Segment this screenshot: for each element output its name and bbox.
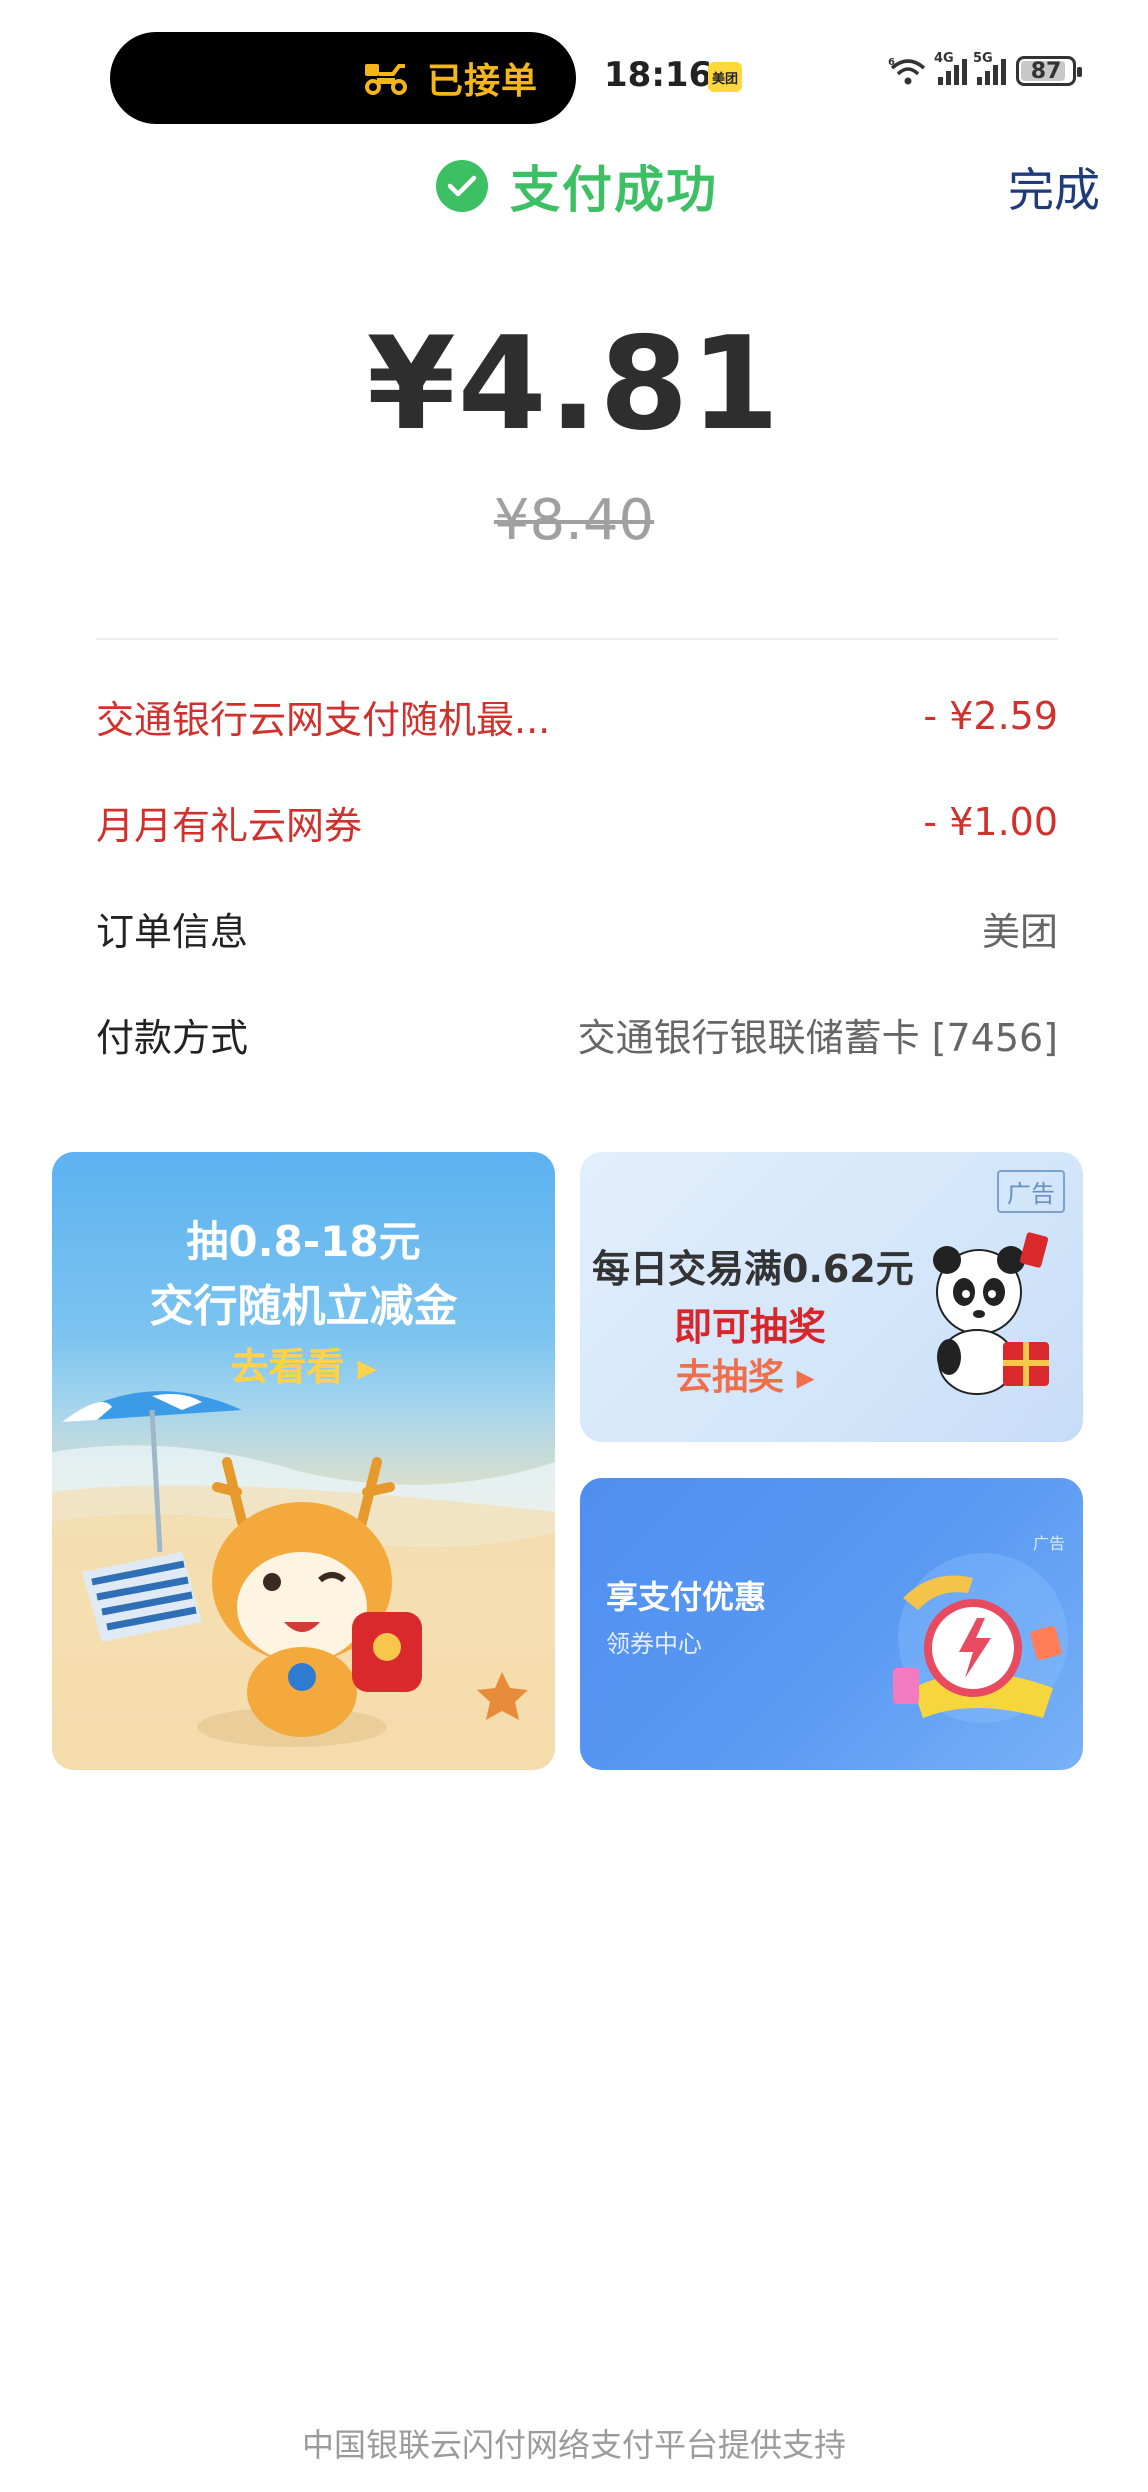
- original-amount: ¥8.40: [493, 488, 655, 553]
- promo-subtitle: 领券中心: [606, 1630, 702, 1658]
- done-button[interactable]: 完成: [1008, 154, 1100, 220]
- signal-4g-icon: 4G: [934, 51, 967, 85]
- signal-5g-icon: 5G: [973, 51, 1006, 85]
- paid-amount: ¥4.81: [366, 310, 782, 459]
- lightning-clock-coupon-icon: [893, 1553, 1068, 1723]
- footer-powered-by: 中国银联云闪付网络支付平台提供支持: [301, 2426, 846, 2464]
- promo-title: 享支付优惠: [606, 1578, 767, 1616]
- signal-5g-label: 5G: [973, 51, 993, 66]
- detail-label: 订单信息: [96, 909, 249, 954]
- wifi-label: 6: [888, 57, 895, 68]
- payment-success-status: 支付成功: [436, 150, 718, 222]
- promo-cta: 去抽奖 ▸: [676, 1357, 815, 1398]
- detail-label: 交通银行云网支付随机最...: [96, 697, 551, 742]
- detail-row-payment-method: 付款方式 交通银行银联储蓄卡 [7456]: [96, 1004, 1058, 1064]
- detail-row-discount-2: 月月有礼云网券 - ¥1.00: [96, 792, 1058, 852]
- detail-value: 美团: [981, 909, 1058, 954]
- promo-line-2: 即可抽奖: [674, 1305, 827, 1349]
- detail-label: 月月有礼云网券: [96, 803, 363, 848]
- promo-card-daily-lottery[interactable]: 广告 每日交易满0.62元 即可抽奖 去抽奖 ▸: [580, 1152, 1083, 1442]
- ad-tag: 广告: [997, 1170, 1065, 1213]
- wifi-icon: 6: [888, 57, 926, 85]
- live-activity-text: 已接单: [426, 61, 538, 102]
- detail-row-discount-1: 交通银行云网支付随机最... - ¥2.59: [96, 686, 1058, 746]
- detail-value: - ¥2.59: [923, 694, 1058, 738]
- check-circle-icon: [436, 160, 488, 212]
- status-icons: 6 4G 5G 87: [888, 51, 1082, 86]
- scooter-icon: [364, 64, 407, 95]
- header: 支付成功 完成: [0, 150, 1148, 230]
- promo-card-coupon-center[interactable]: 广告 享支付优惠 领券中心: [580, 1478, 1083, 1770]
- detail-label: 付款方式: [96, 1015, 249, 1060]
- detail-value: 交通银行银联储蓄卡 [7456]: [577, 1015, 1058, 1060]
- battery-level: 87: [1030, 58, 1062, 84]
- live-activity-pill[interactable]: 已接单: [110, 32, 576, 124]
- status-title: 支付成功: [510, 161, 718, 219]
- promo-card-bocom-discount[interactable]: 抽0.8-18元 交行随机立减金 去看看 ▸: [52, 1152, 555, 1770]
- signal-4g-label: 4G: [934, 51, 954, 66]
- clock: 18:16: [604, 55, 713, 95]
- detail-value: - ¥1.00: [923, 800, 1058, 844]
- status-bar: 已接单 18:16 美团 6 4G 5G 87: [0, 0, 1148, 140]
- divider: [96, 638, 1058, 640]
- battery-icon: 87: [1016, 56, 1082, 86]
- detail-row-order-info: 订单信息 美团: [96, 898, 1058, 958]
- panda-gift-icon: [933, 1232, 1049, 1395]
- beach-mascot-illustration: [52, 1391, 555, 1770]
- meituan-badge-icon: 美团: [708, 62, 742, 92]
- promo-line-1: 每日交易满0.62元: [592, 1247, 914, 1291]
